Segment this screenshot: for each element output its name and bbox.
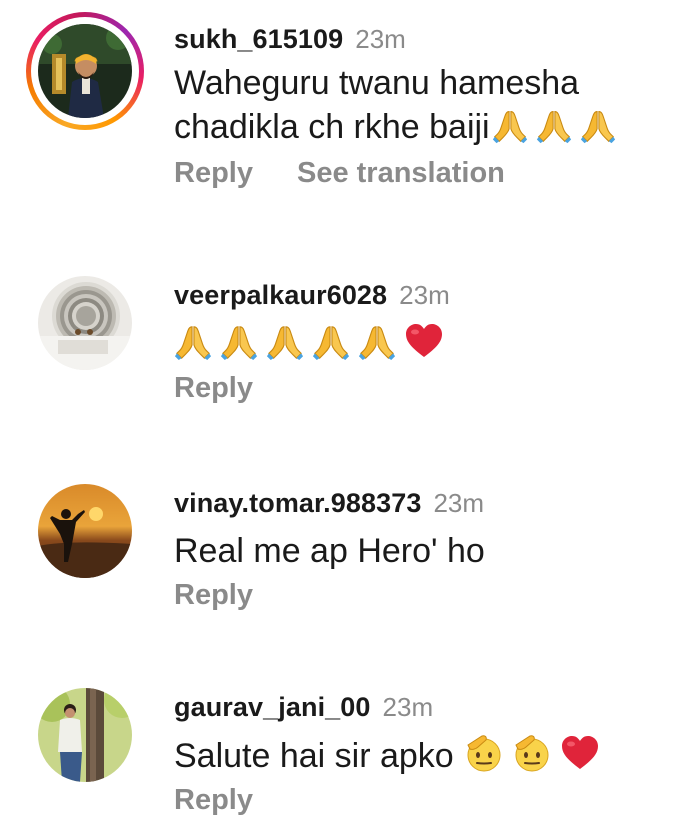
folded-hands-icon: [220, 323, 258, 361]
saluting-face-icon: [512, 733, 552, 773]
saluting-face-icon: [464, 733, 504, 773]
folded-hands-icon: [358, 323, 396, 361]
username[interactable]: veerpalkaur6028: [174, 280, 387, 311]
avatar[interactable]: [38, 484, 132, 578]
folded-hands-icon: [266, 323, 304, 361]
timestamp: 23m: [399, 280, 450, 310]
comment-text: [174, 321, 672, 366]
username[interactable]: gaurav_jani_00: [174, 692, 371, 723]
avatar[interactable]: [38, 688, 132, 782]
folded-hands-icon: [174, 323, 212, 361]
timestamp: 23m: [382, 692, 434, 722]
reply-button[interactable]: Reply: [174, 784, 253, 817]
folded-hands-icon: [492, 108, 528, 144]
username[interactable]: sukh_615109: [174, 24, 343, 55]
see-translation-button[interactable]: See translation: [297, 157, 505, 190]
folded-hands-icon: [580, 108, 616, 144]
story-ring[interactable]: [26, 12, 144, 130]
timestamp: 23m: [355, 24, 406, 54]
red-heart-icon: [560, 733, 600, 773]
comment-text: Real me ap Hero' ho: [174, 532, 485, 570]
folded-hands-icon: [536, 108, 572, 144]
avatar[interactable]: [38, 276, 132, 370]
red-heart-icon: [404, 321, 444, 361]
reply-button[interactable]: Reply: [174, 157, 253, 190]
username[interactable]: vinay.tomar.988373: [174, 488, 421, 519]
comment-text: Waheguru twanu hamesha chadikla ch rkhe …: [174, 61, 672, 149]
timestamp: 23m: [433, 488, 485, 518]
folded-hands-icon: [312, 323, 350, 361]
reply-button[interactable]: Reply: [174, 372, 253, 405]
reply-button[interactable]: Reply: [174, 579, 253, 612]
comment-text: Salute hai sir apko: [174, 733, 672, 778]
avatar[interactable]: [38, 24, 132, 118]
